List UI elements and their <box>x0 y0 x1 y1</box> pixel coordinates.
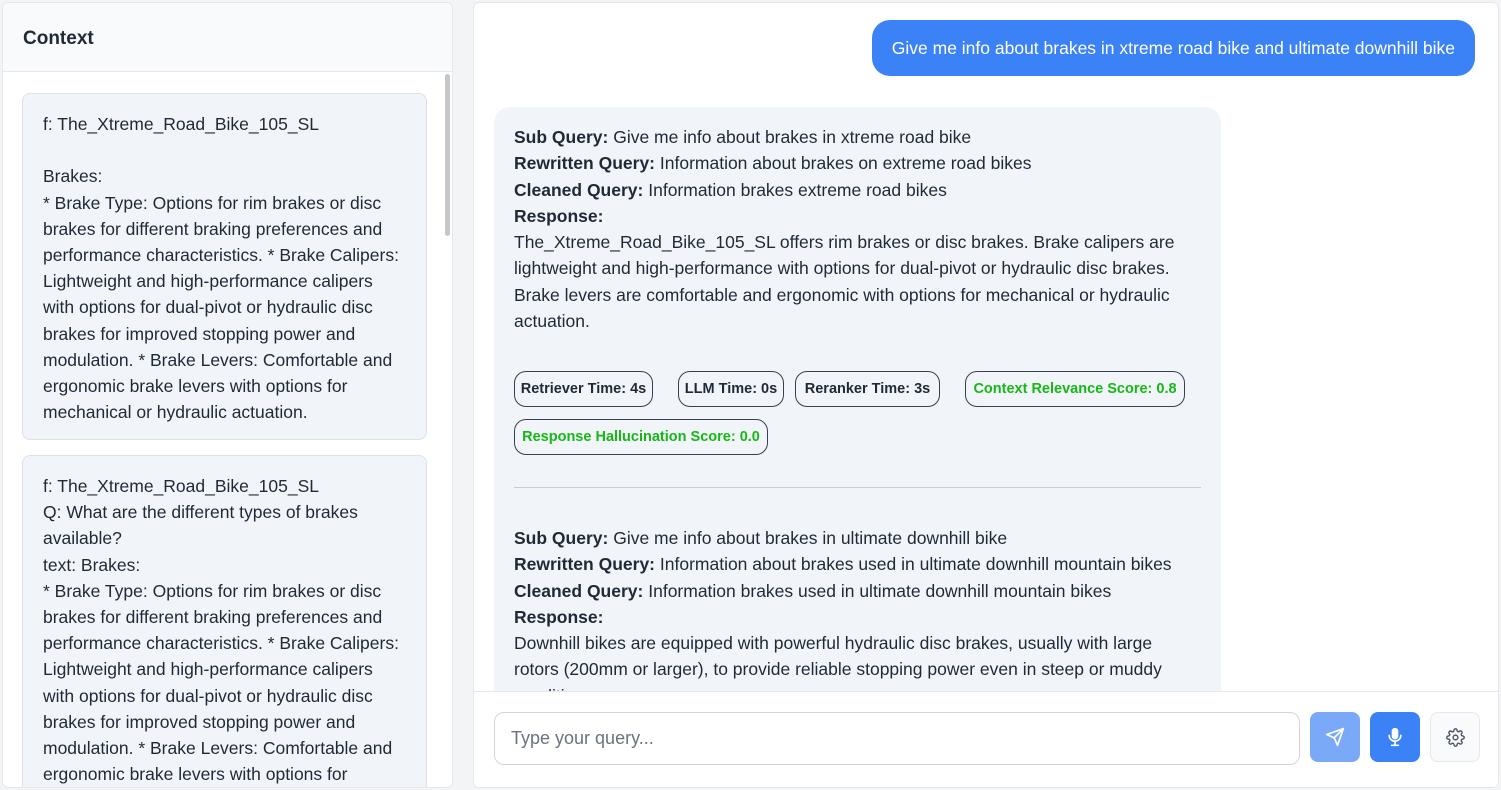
cleaned-query-label: Cleaned Query: <box>514 179 644 200</box>
cleaned-query-value: Information brakes extreme road bikes <box>648 179 947 200</box>
response-row: Response: <box>514 203 1201 229</box>
sub-query-value: Give me info about brakes in xtreme road… <box>613 127 972 147</box>
response-text: Downhill bikes are equipped with powerfu… <box>514 633 1162 693</box>
composer <box>474 691 1498 787</box>
retriever-time-badge: Retriever Time: 4s <box>514 371 653 408</box>
rewritten-query-row: Rewritten Query: Information about brake… <box>514 150 1201 176</box>
query-input[interactable] <box>494 712 1300 765</box>
rewritten-query-value: Information about brakes on extreme road… <box>659 153 1032 174</box>
answer-divider <box>514 487 1201 488</box>
rewritten-query-value: Information about brakes used in ultimat… <box>659 554 1172 575</box>
response-label: Response: <box>514 606 604 627</box>
context-panel: Context f: The_Xtreme_Road_Bike_105_SL B… <box>2 2 453 788</box>
sub-query-row: Sub Query: Give me info about brakes in … <box>514 525 1201 551</box>
rewritten-query-label: Rewritten Query: <box>514 153 655 174</box>
response-row: Response: <box>514 604 1201 630</box>
response-text: The_Xtreme_Road_Bike_105_SL offers rim b… <box>514 232 1175 332</box>
hallucination-score-badge: Response Hallucination Score: 0.0 <box>514 419 768 456</box>
sub-query-label: Sub Query: <box>514 127 609 147</box>
cleaned-query-row: Cleaned Query: Information brakes extrem… <box>514 177 1201 203</box>
context-scrollbar[interactable] <box>445 74 450 236</box>
gear-icon <box>1445 727 1465 747</box>
metrics-badges: Retriever Time: 4s LLM Time: 0s Reranker… <box>514 371 1201 457</box>
cleaned-query-value: Information brakes used in ultimate down… <box>648 580 1112 601</box>
reranker-time-badge: Reranker Time: 3s <box>795 371 940 408</box>
microphone-button[interactable] <box>1370 712 1420 762</box>
cleaned-query-label: Cleaned Query: <box>514 580 644 601</box>
send-button[interactable] <box>1310 712 1360 762</box>
context-title: Context <box>3 3 452 72</box>
sub-query-row: Sub Query: Give me info about brakes in … <box>514 124 1201 150</box>
response-label: Response: <box>514 205 604 226</box>
llm-time-badge: LLM Time: 0s <box>678 371 784 408</box>
chat-panel: Give me info about brakes in xtreme road… <box>473 2 1499 788</box>
assistant-message: Sub Query: Give me info about brakes in … <box>494 107 1221 693</box>
context-card: f: The_Xtreme_Road_Bike_105_SL Brakes: *… <box>22 93 427 440</box>
send-icon <box>1325 727 1345 747</box>
microphone-icon <box>1388 727 1402 747</box>
rewritten-query-row: Rewritten Query: Information about brake… <box>514 551 1201 577</box>
sub-query-label: Sub Query: <box>514 528 609 548</box>
sub-query-value: Give me info about brakes in ultimate do… <box>613 528 1008 548</box>
chat-messages[interactable]: Give me info about brakes in xtreme road… <box>474 3 1498 693</box>
context-relevance-badge: Context Relevance Score: 0.8 <box>965 371 1185 408</box>
settings-button[interactable] <box>1430 712 1480 762</box>
cleaned-query-row: Cleaned Query: Information brakes used i… <box>514 578 1201 604</box>
context-card: f: The_Xtreme_Road_Bike_105_SL Q: What a… <box>22 455 427 787</box>
context-list[interactable]: f: The_Xtreme_Road_Bike_105_SL Brakes: *… <box>3 72 452 787</box>
user-message: Give me info about brakes in xtreme road… <box>871 20 1475 76</box>
rewritten-query-label: Rewritten Query: <box>514 554 655 575</box>
second-answer: Sub Query: Give me info about brakes in … <box>514 525 1201 693</box>
